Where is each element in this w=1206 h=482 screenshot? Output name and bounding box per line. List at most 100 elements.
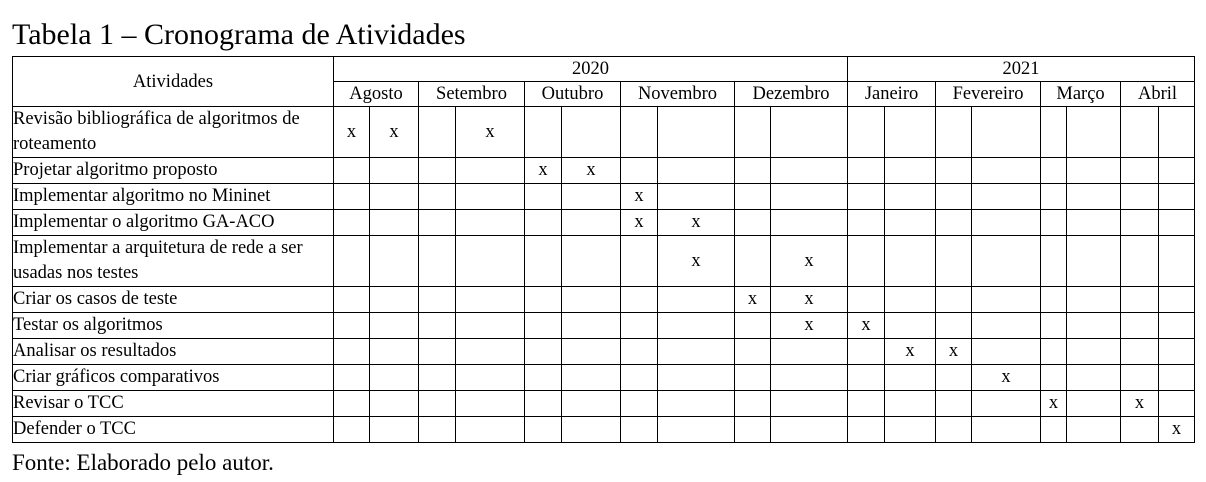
schedule-cell	[455, 209, 525, 236]
schedule-cell	[455, 157, 525, 184]
year-header-row: Atividades 2020 2021	[12, 56, 1196, 107]
schedule-cell: x	[620, 209, 658, 236]
schedule-cell: x	[769, 235, 849, 287]
schedule-cell	[1120, 183, 1160, 210]
schedule-cell	[769, 390, 849, 417]
table-row: Testar os algoritmos x x	[12, 312, 1196, 339]
schedule-cell	[1158, 183, 1196, 210]
schedule-cell: x	[971, 364, 1042, 391]
schedule-cell	[333, 286, 370, 313]
schedule-cell	[734, 416, 771, 443]
schedule-cell	[847, 183, 886, 210]
schedule-cell	[1120, 416, 1160, 443]
schedule-cell	[561, 106, 621, 158]
schedule-cell	[1040, 106, 1068, 158]
schedule-cell	[561, 364, 621, 391]
month-header-setembro: Setembro	[418, 81, 525, 107]
schedule-cell	[1120, 157, 1160, 184]
month-header-outubro: Outubro	[524, 81, 621, 107]
schedule-cell	[657, 286, 735, 313]
schedule-cell	[418, 235, 456, 287]
schedule-cell	[1066, 338, 1122, 365]
schedule-cell	[620, 235, 658, 287]
schedule-cell: x	[1120, 390, 1160, 417]
schedule-cell	[620, 157, 658, 184]
schedule-cell	[971, 235, 1042, 287]
schedule-cell	[935, 106, 973, 158]
table-row: Criar gráficos comparativos x	[12, 364, 1196, 391]
schedule-cell	[418, 364, 456, 391]
month-header-dezembro: Dezembro	[733, 81, 849, 107]
schedule-cell: x	[524, 157, 562, 184]
schedule-cell	[1158, 235, 1196, 287]
schedule-cell	[369, 416, 419, 443]
month-header-marco: Março	[1040, 81, 1122, 107]
schedule-cell	[884, 183, 937, 210]
table-row: Defender o TCC x	[12, 416, 1196, 443]
schedule-cell	[369, 183, 419, 210]
schedule-cell	[657, 312, 735, 339]
activity-label: Revisar o TCC	[12, 390, 334, 417]
schedule-cell	[1040, 338, 1068, 365]
schedule-cell	[1040, 286, 1068, 313]
schedule-cell	[884, 312, 937, 339]
schedule-cell	[620, 338, 658, 365]
schedule-cell	[935, 312, 973, 339]
activity-label: Criar gráficos comparativos	[12, 364, 334, 391]
schedule-cell	[734, 312, 771, 339]
schedule-cell	[369, 390, 419, 417]
table-row: Analisar os resultados x x	[12, 338, 1196, 365]
schedule-cell: x	[561, 157, 621, 184]
schedule-cell	[455, 416, 525, 443]
activity-label: Criar os casos de teste	[12, 286, 334, 313]
schedule-cell	[734, 364, 771, 391]
schedule-cell	[561, 390, 621, 417]
schedule-cell: x	[769, 312, 849, 339]
schedule-cell	[971, 416, 1042, 443]
schedule-cell	[971, 106, 1042, 158]
schedule-cell	[620, 106, 658, 158]
schedule-cell	[455, 364, 525, 391]
schedule-cell	[884, 157, 937, 184]
schedule-cell	[847, 106, 886, 158]
schedule-cell	[418, 416, 456, 443]
schedule-cell	[971, 209, 1042, 236]
schedule-cell	[333, 235, 370, 287]
schedule-cell	[734, 106, 771, 158]
schedule-cell: x	[935, 338, 973, 365]
schedule-cell	[734, 209, 771, 236]
schedule-cell	[455, 312, 525, 339]
schedule-cell	[620, 286, 658, 313]
schedule-cell	[1040, 364, 1068, 391]
schedule-cell: x	[1040, 390, 1068, 417]
schedule-cell: x	[620, 183, 658, 210]
schedule-cell	[1040, 183, 1068, 210]
table-row: Implementar algoritmo no Mininet x	[12, 183, 1196, 210]
schedule-cell	[769, 416, 849, 443]
schedule-cell	[1120, 338, 1160, 365]
schedule-cell	[935, 209, 973, 236]
schedule-cell	[657, 157, 735, 184]
schedule-cell	[657, 390, 735, 417]
schedule-cell	[1040, 209, 1068, 236]
schedule-cell	[524, 312, 562, 339]
schedule-cell	[333, 209, 370, 236]
month-header-novembro: Novembro	[620, 81, 735, 107]
schedule-cell	[620, 312, 658, 339]
activity-label: Testar os algoritmos	[12, 312, 334, 339]
year-2021-header: 2021	[847, 56, 1196, 82]
activity-label: Analisar os resultados	[12, 338, 334, 365]
schedule-cell	[369, 286, 419, 313]
activity-label: Implementar o algoritmo GA-ACO	[12, 209, 334, 236]
schedule-cell	[524, 286, 562, 313]
schedule-cell: x	[333, 106, 370, 158]
schedule-cell	[1066, 312, 1122, 339]
schedule-cell	[333, 312, 370, 339]
schedule-cell	[1066, 157, 1122, 184]
schedule-cell	[769, 157, 849, 184]
schedule-cell	[1066, 416, 1122, 443]
schedule-cell: x	[884, 338, 937, 365]
schedule-cell	[884, 106, 937, 158]
schedule-cell	[418, 183, 456, 210]
schedule-cell: x	[769, 286, 849, 313]
